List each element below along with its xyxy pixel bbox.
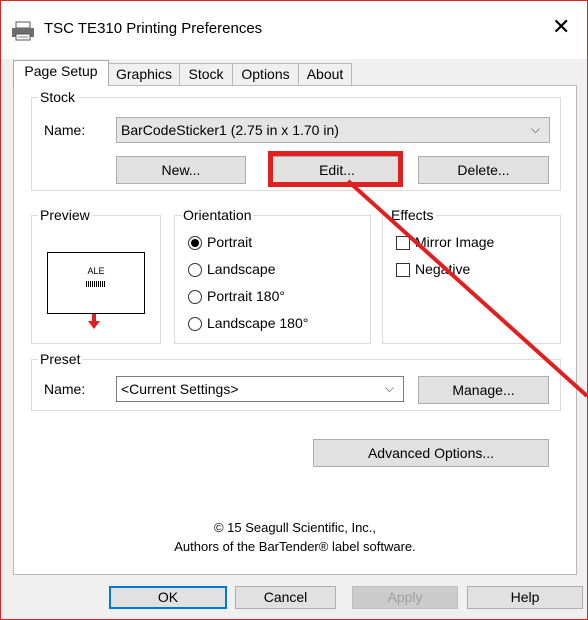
tab-graphics[interactable]: Graphics xyxy=(108,63,180,85)
barcode-icon xyxy=(86,281,106,287)
tab-stock[interactable]: Stock xyxy=(179,63,233,85)
manage-preset-button[interactable]: Manage... xyxy=(418,376,549,404)
help-button[interactable]: Help xyxy=(467,586,583,609)
copyright-line-1: © 15 Seagull Scientific, Inc., xyxy=(213,520,377,535)
mirror-image-checkbox[interactable] xyxy=(396,236,410,250)
label-preview: ALE xyxy=(47,252,145,314)
portrait-radio[interactable] xyxy=(188,236,202,250)
portrait-180-label: Portrait 180° xyxy=(207,288,285,304)
feed-direction-arrow-icon xyxy=(88,314,100,329)
cancel-button[interactable]: Cancel xyxy=(235,586,336,609)
copyright-line-2: Authors of the BarTender® label software… xyxy=(174,539,416,554)
advanced-options-button[interactable]: Advanced Options... xyxy=(313,439,549,467)
negative-checkbox[interactable] xyxy=(396,263,410,277)
window-title: TSC TE310 Printing Preferences xyxy=(44,20,263,37)
mirror-image-label: Mirror Image xyxy=(415,234,495,250)
preset-name-value: <Current Settings> xyxy=(121,381,239,397)
stock-name-label: Name: xyxy=(44,122,86,138)
stock-group-label: Stock xyxy=(40,89,76,105)
preset-group-label: Preset xyxy=(40,351,81,367)
preview-label-text: ALE xyxy=(87,266,105,276)
landscape-180-radio[interactable] xyxy=(188,317,202,331)
edit-highlight-box xyxy=(268,151,403,187)
preset-name-select[interactable]: <Current Settings> ⌵ xyxy=(116,376,404,402)
portrait-180-radio[interactable] xyxy=(188,290,202,304)
landscape-label: Landscape xyxy=(207,261,276,277)
landscape-180-label: Landscape 180° xyxy=(207,315,309,331)
tab-options[interactable]: Options xyxy=(232,63,299,85)
tab-page-setup[interactable]: Page Setup xyxy=(13,60,109,86)
portrait-label: Portrait xyxy=(207,234,253,250)
new-stock-button[interactable]: New... xyxy=(116,156,246,184)
preset-name-label: Name: xyxy=(44,381,86,397)
effects-group-label: Effects xyxy=(391,207,434,223)
negative-label: Negative xyxy=(415,261,471,277)
landscape-radio[interactable] xyxy=(188,263,202,277)
chevron-down-icon: ⌵ xyxy=(530,122,540,136)
delete-stock-button[interactable]: Delete... xyxy=(418,156,549,184)
title-bar: TSC TE310 Printing Preferences ✕ xyxy=(1,1,587,59)
orientation-group-label: Orientation xyxy=(183,207,252,223)
preview-group-label: Preview xyxy=(40,207,90,223)
chevron-down-icon: ⌵ xyxy=(384,381,394,395)
printer-icon xyxy=(12,21,34,41)
stock-name-select[interactable]: BarCodeSticker1 (2.75 in x 1.70 in) ⌵ xyxy=(116,117,550,143)
tab-about[interactable]: About xyxy=(298,63,352,85)
stock-name-value: BarCodeSticker1 (2.75 in x 1.70 in) xyxy=(121,122,339,138)
ok-button[interactable]: OK xyxy=(109,586,227,609)
printing-preferences-dialog: TSC TE310 Printing Preferences ✕ Page Se… xyxy=(0,0,588,620)
apply-button[interactable]: Apply xyxy=(352,586,458,609)
close-icon[interactable]: ✕ xyxy=(552,16,570,38)
